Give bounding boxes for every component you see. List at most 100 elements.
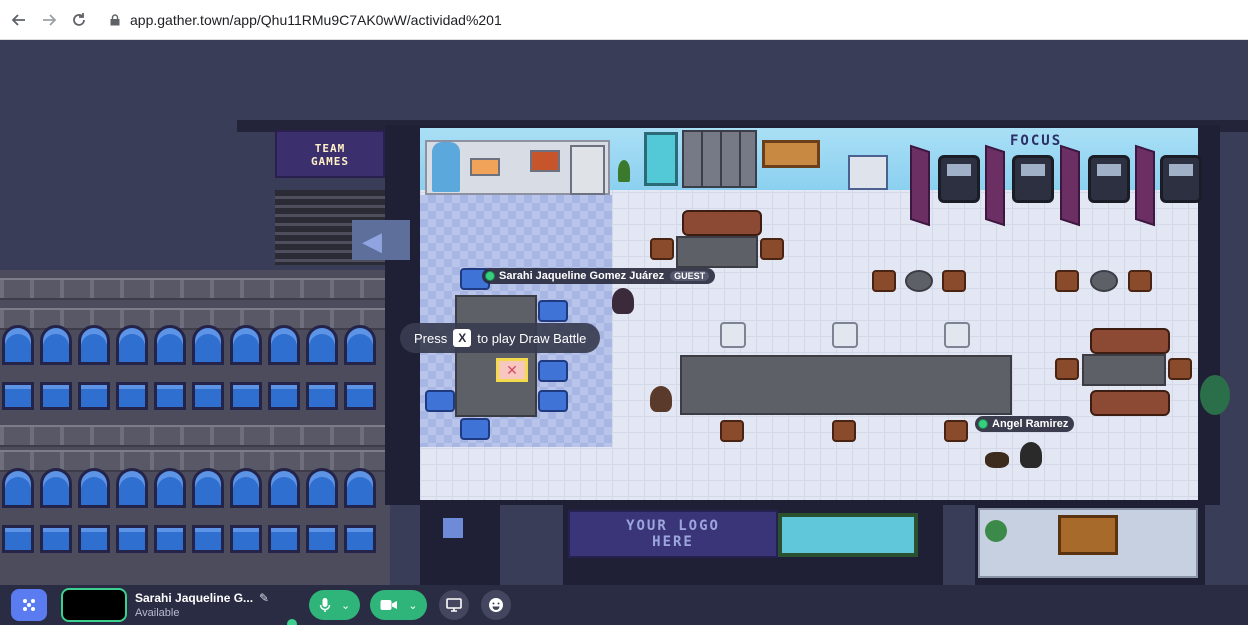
interaction-prompt: Press X to play Draw Battle: [400, 323, 601, 353]
chevron-down-icon[interactable]: ⌄: [341, 599, 350, 612]
round-table: [905, 270, 933, 292]
camera-icon: [380, 600, 398, 610]
chair: [650, 238, 674, 260]
microphone-icon: [319, 598, 331, 612]
back-button[interactable]: [8, 9, 30, 31]
screen-share-button[interactable]: [439, 590, 470, 620]
status-dot: [287, 619, 297, 625]
online-status-dot: [485, 271, 495, 281]
chair: [538, 300, 568, 322]
copier: [848, 155, 888, 190]
pencil-icon[interactable]: ✎: [259, 591, 269, 605]
microphone-button[interactable]: ⌄: [309, 590, 361, 620]
user-name: Sarahi Jaqueline G...: [135, 591, 254, 605]
water-cooler[interactable]: [432, 142, 460, 192]
lounge-table: [1082, 354, 1166, 386]
chair: [425, 390, 455, 412]
partition: [1135, 144, 1155, 227]
globe-icon: [985, 520, 1007, 542]
player-nametag[interactable]: Angel Ramirez: [975, 416, 1075, 432]
chevron-down-icon[interactable]: ⌄: [408, 599, 417, 612]
round-table: [1090, 270, 1118, 292]
bulletin-board[interactable]: [762, 140, 820, 168]
lock-icon: [110, 13, 120, 25]
partition: [910, 144, 930, 227]
swan-painting: [778, 513, 918, 557]
sofa: [682, 210, 762, 236]
frame-icon: [443, 518, 463, 538]
lockers: [682, 130, 757, 188]
arrow-left-icon: [11, 13, 25, 26]
chair: [944, 420, 968, 442]
dog-avatar[interactable]: [985, 452, 1009, 468]
app-window: app.gather.town/app/Qhu11RMu9C7AK0wW/act…: [0, 0, 1248, 625]
partition: [985, 144, 1005, 227]
arrow-right-icon: [43, 13, 57, 26]
reload-icon: [73, 12, 85, 26]
chair: [942, 270, 966, 292]
self-video-preview[interactable]: [61, 588, 127, 622]
team-games-sign: TEAM GAMES: [275, 130, 385, 178]
fridge: [570, 145, 605, 195]
address-bar[interactable]: app.gather.town/app/Qhu11RMu9C7AK0wW/act…: [110, 12, 502, 28]
chair: [1055, 270, 1079, 292]
chair: [720, 322, 746, 348]
draw-battle-tile[interactable]: ✕: [496, 358, 528, 382]
guest-badge: GUEST: [670, 271, 710, 281]
logo-placeholder: YOUR LOGO HERE: [568, 510, 778, 558]
chair: [720, 420, 744, 442]
focus-pod[interactable]: [938, 155, 980, 203]
game-map[interactable]: TEAM GAMES ◀ FOCUS ✕ Sarahi Jaqueline Go…: [0, 40, 1248, 585]
browser-toolbar: app.gather.town/app/Qhu11RMu9C7AK0wW/act…: [0, 0, 1248, 40]
chair: [538, 360, 568, 382]
chair: [944, 322, 970, 348]
coffee-machine[interactable]: [530, 150, 560, 172]
partition: [1060, 144, 1080, 227]
player-nametag[interactable]: Sarahi Jaqueline Gomez Juárez GUEST: [482, 268, 716, 284]
chair: [1128, 270, 1152, 292]
screen-share-icon: [446, 598, 463, 612]
emoji-icon: [489, 598, 504, 612]
key-hint: X: [453, 329, 472, 347]
online-status-dot: [978, 419, 988, 429]
vending-machine[interactable]: [644, 132, 678, 186]
bottom-toolbar: Sarahi Jaqueline G... ✎ Available ⌄ ⌄: [0, 585, 1248, 625]
chair: [1055, 358, 1079, 380]
close-icon: ✕: [506, 362, 518, 378]
focus-pod[interactable]: [1088, 155, 1130, 203]
user-status: Available: [135, 607, 180, 619]
focus-sign: FOCUS: [1010, 133, 1063, 149]
conference-table: [680, 355, 1012, 415]
food-plate: [470, 158, 500, 176]
reload-button[interactable]: [68, 9, 90, 31]
sofa: [1090, 390, 1170, 416]
chair: [1168, 358, 1192, 380]
url-text: app.gather.town/app/Qhu11RMu9C7AK0wW/act…: [130, 11, 502, 28]
menu-button[interactable]: [11, 589, 47, 621]
chair: [760, 238, 784, 260]
user-profile[interactable]: Sarahi Jaqueline G... ✎ Available: [135, 591, 297, 625]
plant-icon: [618, 160, 630, 182]
focus-pod[interactable]: [1160, 155, 1202, 203]
focus-pod[interactable]: [1012, 155, 1054, 203]
avatar[interactable]: [1020, 442, 1042, 468]
avatar[interactable]: [650, 386, 672, 412]
arrow-left-icon: ◀: [362, 226, 382, 256]
forward-button[interactable]: [38, 9, 60, 31]
ship-painting: [1058, 515, 1118, 555]
chair: [832, 322, 858, 348]
avatar[interactable]: [612, 288, 634, 314]
sofa: [1090, 328, 1170, 354]
emoji-button[interactable]: [481, 590, 512, 620]
gather-logo-icon: [23, 599, 35, 611]
plant-icon: [1200, 375, 1230, 415]
chair: [832, 420, 856, 442]
building-facade: [0, 270, 390, 585]
chair: [460, 418, 490, 440]
chair: [872, 270, 896, 292]
draw-battle-table[interactable]: [455, 295, 537, 417]
camera-button[interactable]: ⌄: [370, 590, 428, 620]
chair: [538, 390, 568, 412]
lower-wall: [420, 503, 500, 585]
meeting-table: [676, 236, 758, 268]
